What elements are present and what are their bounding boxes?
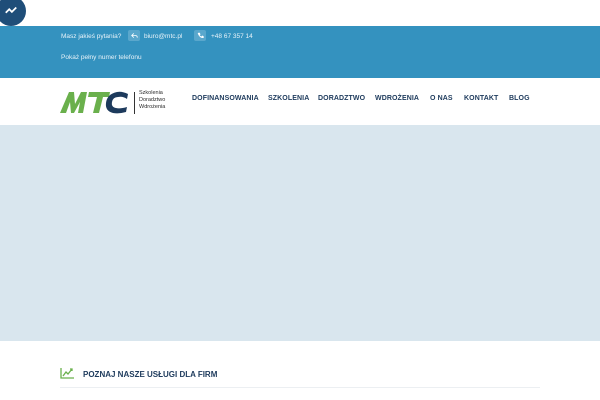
logo-line-1: Szkolenia [139, 90, 163, 96]
nav-szkolenia[interactable]: SZKOLENIA [268, 95, 309, 102]
topbar-email-link[interactable]: biuro@mtc.pl [144, 33, 182, 41]
section-title: POZNAJ NASZE USŁUGI DLA FIRM [83, 370, 218, 379]
phone-icon [194, 30, 206, 41]
nav-blog[interactable]: BLOG [509, 95, 530, 102]
messenger-icon [5, 6, 17, 14]
nav-o-nas[interactable]: O NAS [430, 95, 453, 102]
topbar-phone-link[interactable]: +48 67 357 14 [211, 33, 253, 41]
logo-divider [134, 92, 135, 114]
header: Szkolenia Doradztwo Wdrożenia DOFINANSOW… [0, 78, 600, 125]
hero-banner [0, 125, 600, 341]
top-strip [0, 0, 600, 26]
nav-kontakt[interactable]: KONTAKT [464, 95, 498, 102]
nav-dofinansowania[interactable]: DOFINANSOWANIA [192, 95, 259, 102]
section-divider [60, 387, 540, 388]
topbar: Masz jakieś pytania? biuro@mtc.pl +48 67… [0, 26, 600, 78]
services-section: POZNAJ NASZE USŁUGI DLA FIRM [0, 341, 600, 400]
logo-line-2: Doradztwo [139, 97, 166, 103]
topbar-question: Masz jakieś pytania? [61, 33, 122, 40]
chart-trend-icon [60, 368, 74, 379]
nav-doradztwo[interactable]: DORADZTWO [318, 95, 365, 102]
show-full-phone-link[interactable]: Pokaż pełny numer telefonu [61, 54, 142, 62]
reply-arrow-icon [128, 30, 140, 41]
page: Masz jakieś pytania? biuro@mtc.pl +48 67… [0, 0, 600, 400]
nav-wdrozenia[interactable]: WDROŻENIA [375, 95, 419, 102]
logo-tagline: Szkolenia Doradztwo Wdrożenia [139, 90, 165, 111]
logo-line-3: Wdrożenia [139, 104, 166, 110]
